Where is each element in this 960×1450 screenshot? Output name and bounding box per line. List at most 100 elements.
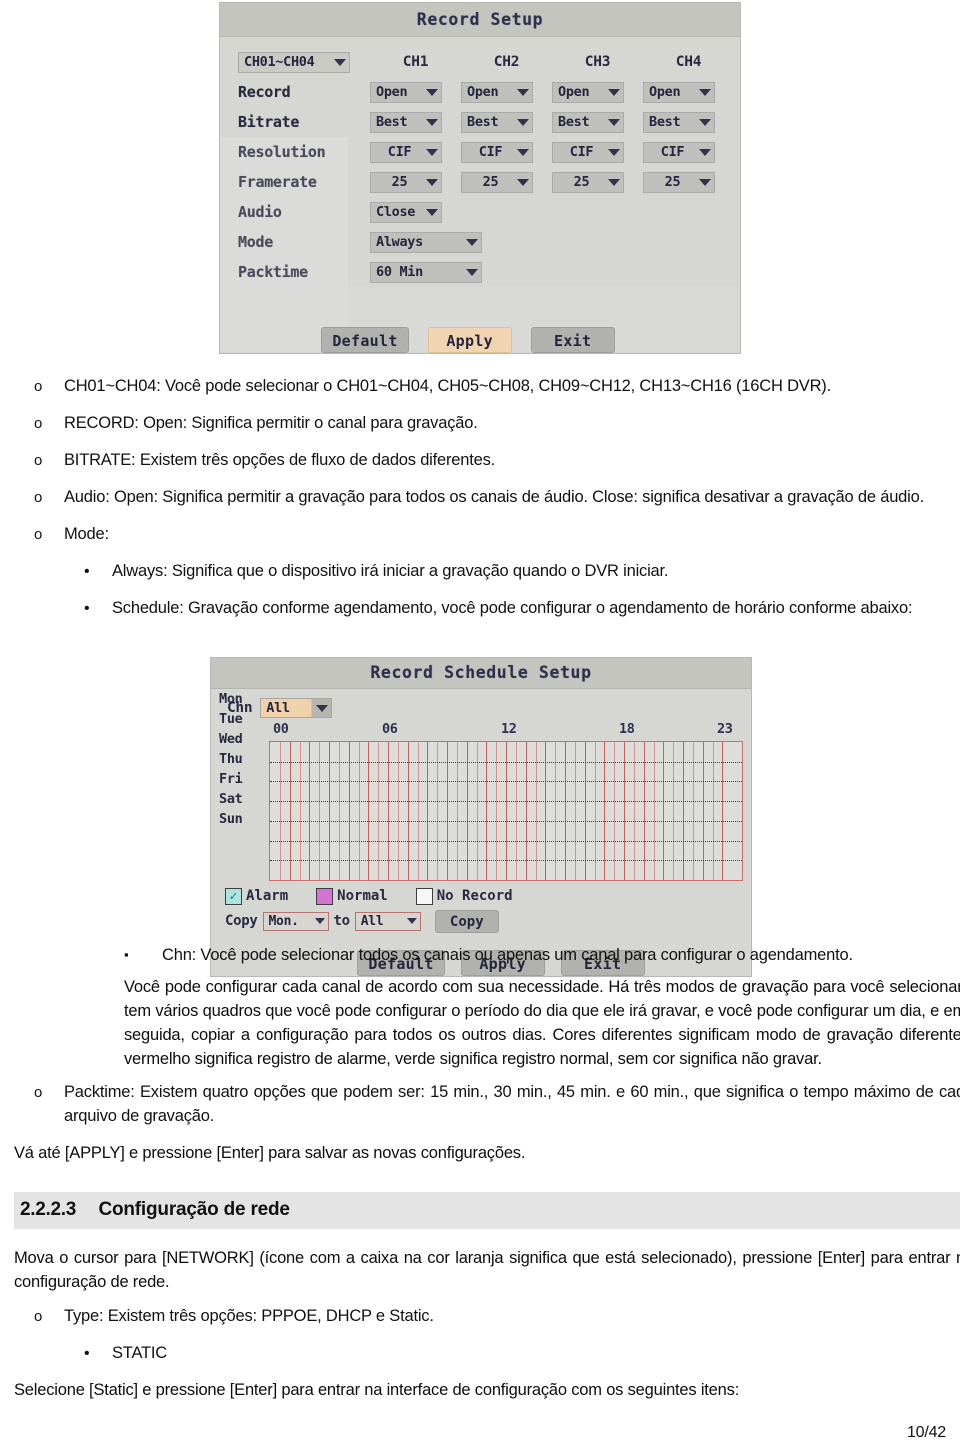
bullet-disc-icon: • — [84, 1344, 90, 1362]
row-record: Record Open Open Open Open — [220, 77, 740, 107]
channel-header-ch1: CH1 — [402, 54, 429, 70]
framerate-ch4-select[interactable]: 25 — [643, 171, 715, 193]
audio-select[interactable]: Close — [370, 201, 442, 223]
chevron-down-icon — [334, 58, 346, 66]
list-item-text: BITRATE: Existem três opções de fluxo de… — [64, 450, 496, 469]
chevron-down-icon — [608, 88, 620, 96]
channel-header-row: CH01~CH04 CH1 CH2 CH3 CH4 — [220, 47, 740, 77]
apply-note: Vá até [APPLY] e pressione [Enter] para … — [14, 1143, 526, 1162]
default-button[interactable]: Default — [321, 327, 409, 353]
row-audio: Audio Close — [220, 197, 740, 227]
bullet-circle-icon: o — [34, 1084, 43, 1102]
chevron-down-icon — [699, 178, 711, 186]
resolution-ch4-select[interactable]: CIF — [643, 141, 715, 163]
page-number: 10/42 — [906, 1424, 946, 1441]
row-label-audio: Audio — [238, 203, 282, 221]
chevron-down-icon — [426, 118, 438, 126]
resolution-ch1-select[interactable]: CIF — [370, 141, 442, 163]
resolution-ch3-select[interactable]: CIF — [552, 141, 624, 163]
section-number: 2.2.2.3 — [20, 1198, 77, 1220]
list-item-mode: o Mode: — [14, 523, 960, 547]
figure-spacer — [14, 624, 960, 944]
section-title: Configuração de rede — [98, 1198, 290, 1220]
list-item-text: Audio: Open: Significa permitir a gravaç… — [64, 487, 924, 506]
chevron-down-icon — [426, 178, 438, 186]
row-resolution: Resolution CIF CIF CIF CIF — [220, 137, 740, 167]
static-note: Selecione [Static] e pressione [Enter] p… — [14, 1380, 740, 1399]
bullet-circle-icon: o — [34, 488, 43, 506]
bullet-disc-icon: • — [84, 562, 90, 580]
bitrate-ch1-select[interactable]: Best — [370, 111, 442, 133]
channel-group-select[interactable]: CH01~CH04 — [238, 51, 350, 73]
row-framerate: Framerate 25 25 25 25 — [220, 167, 740, 197]
chevron-down-icon — [426, 208, 438, 216]
mode-select[interactable]: Always — [370, 231, 482, 253]
list-item-static: • STATIC — [14, 1342, 960, 1366]
bullet-circle-icon: o — [34, 525, 43, 543]
record-setup-screenshot: Record Setup CH01~CH04 CH1 CH2 CH3 CH4 R… — [219, 2, 741, 354]
list-item-ch01ch04: o CH01~CH04: Você pode selecionar o CH01… — [14, 375, 960, 399]
chevron-down-icon — [517, 118, 529, 126]
chevron-down-icon — [466, 238, 478, 246]
chevron-down-icon — [608, 118, 620, 126]
chevron-down-icon — [699, 118, 711, 126]
list-item-text: CH01~CH04: Você pode selecionar o CH01~C… — [64, 377, 831, 395]
row-packtime: Packtime 60 Min — [220, 257, 740, 287]
bullet-circle-icon: o — [34, 414, 43, 432]
row-label-bitrate: Bitrate — [238, 113, 300, 131]
record-ch3-select[interactable]: Open — [552, 81, 624, 103]
bullet-circle-icon: o — [34, 451, 43, 469]
document-page: Record Setup CH01~CH04 CH1 CH2 CH3 CH4 R… — [0, 0, 960, 1450]
row-label-mode: Mode — [238, 233, 273, 251]
network-intro: Mova o cursor para [NETWORK] (ícone com … — [14, 1248, 960, 1291]
list-item-schedule: • Schedule: Gravação conforme agendament… — [14, 597, 960, 621]
apply-button[interactable]: Apply — [427, 327, 512, 353]
record-setup-body: CH01~CH04 CH1 CH2 CH3 CH4 Record Open Op… — [220, 37, 740, 365]
framerate-ch3-select[interactable]: 25 — [552, 171, 624, 193]
channel-header-ch3: CH3 — [584, 54, 611, 70]
row-label-record: Record — [238, 83, 291, 101]
packtime-select[interactable]: 60 Min — [370, 261, 482, 283]
chevron-down-icon — [517, 178, 529, 186]
framerate-ch2-select[interactable]: 25 — [461, 171, 533, 193]
exit-button[interactable]: Exit — [530, 327, 615, 353]
bitrate-ch2-select[interactable]: Best — [461, 111, 533, 133]
row-label-framerate: Framerate — [238, 173, 317, 191]
list-item-packtime: o Packtime: Existem quatro opções que po… — [14, 1081, 960, 1129]
bullet-circle-icon: o — [34, 1307, 43, 1325]
channel-header-ch4: CH4 — [675, 54, 702, 70]
record-setup-buttons: Default Apply Exit — [220, 327, 740, 353]
record-ch1-select[interactable]: Open — [370, 81, 442, 103]
list-item-text: Mode: — [64, 524, 109, 543]
framerate-ch1-select[interactable]: 25 — [370, 171, 442, 193]
chevron-down-icon — [425, 148, 438, 156]
schedule-paragraph: Você pode configurar cada canal de acord… — [124, 978, 960, 1069]
record-ch4-select[interactable]: Open — [643, 81, 715, 103]
list-item-text: Schedule: Gravação conforme agendamento,… — [112, 598, 913, 617]
chevron-down-icon — [698, 148, 711, 156]
bullet-circle-icon: o — [34, 378, 43, 395]
list-item-text: Chn: Você pode selecionar todos os canai… — [162, 946, 853, 965]
chevron-down-icon — [699, 88, 711, 96]
list-item-audio: o Audio: Open: Significa permitir a grav… — [14, 486, 960, 510]
chevron-down-icon — [607, 148, 620, 156]
bullet-disc-icon: • — [84, 599, 90, 617]
document-text-body: o CH01~CH04: Você pode selecionar o CH01… — [0, 375, 960, 1411]
record-setup-title: Record Setup — [220, 3, 740, 37]
section-heading: 2.2.2.3 Configuração de rede — [14, 1191, 960, 1229]
bitrate-ch4-select[interactable]: Best — [643, 111, 715, 133]
bullet-square-icon: ▪ — [124, 947, 129, 963]
schedule-paragraph-block: Você pode configurar cada canal de acord… — [14, 976, 960, 1072]
list-item-text: Type: Existem três opções: PPPOE, DHCP e… — [64, 1306, 434, 1325]
list-item-text: STATIC — [112, 1343, 168, 1362]
row-mode: Mode Always — [220, 227, 740, 257]
chevron-down-icon — [517, 88, 529, 96]
resolution-ch2-select[interactable]: CIF — [461, 141, 533, 163]
list-item-text: Packtime: Existem quatro opções que pode… — [64, 1083, 960, 1125]
list-item-type: o Type: Existem três opções: PPPOE, DHCP… — [14, 1305, 960, 1329]
chevron-down-icon — [426, 88, 438, 96]
bitrate-ch3-select[interactable]: Best — [552, 111, 624, 133]
record-ch2-select[interactable]: Open — [461, 81, 533, 103]
chevron-down-icon — [608, 178, 620, 186]
list-item-always: • Always: Significa que o dispositivo ir… — [14, 560, 960, 584]
